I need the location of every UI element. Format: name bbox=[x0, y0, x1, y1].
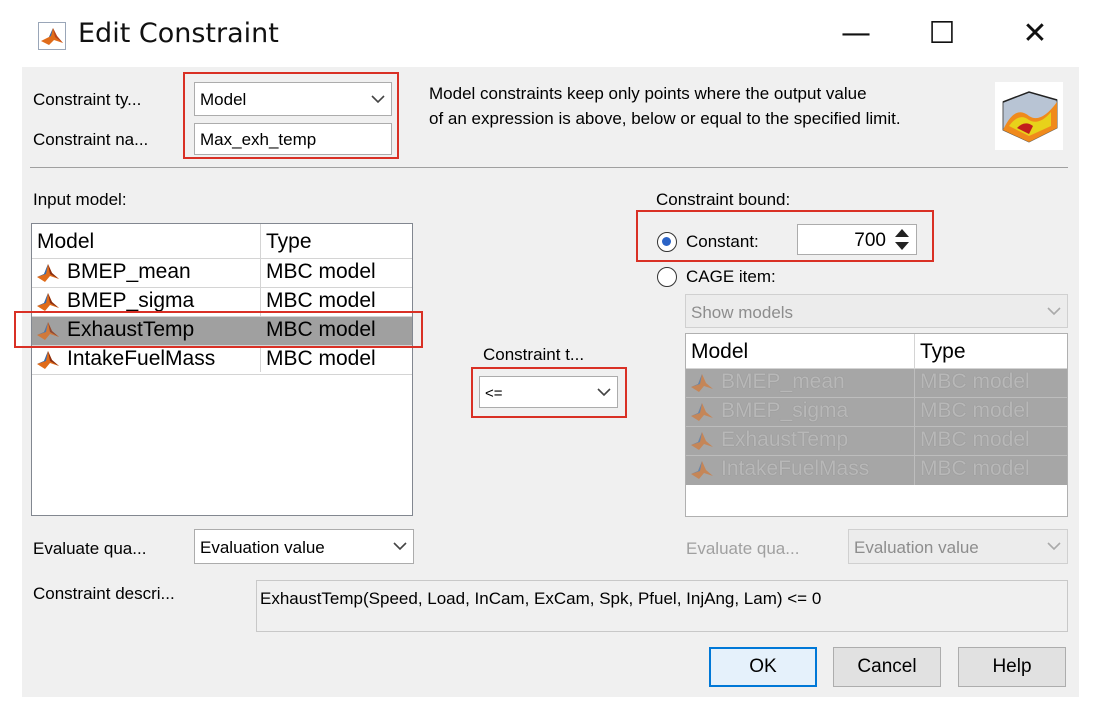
model-icon bbox=[36, 349, 60, 371]
bound-evaluate-select: Evaluation value bbox=[848, 529, 1068, 564]
model-name: BMEP_sigma bbox=[67, 289, 195, 312]
highlight-constant bbox=[636, 210, 934, 262]
show-models-value: Show models bbox=[691, 303, 794, 322]
evaluate-value: Evaluation value bbox=[200, 538, 325, 557]
constraint-type-label: Constraint ty... bbox=[33, 90, 142, 109]
minimize-button[interactable]: — bbox=[834, 14, 878, 58]
ok-button[interactable]: OK bbox=[709, 647, 817, 687]
highlight-type-name bbox=[183, 72, 399, 159]
close-button[interactable]: ✕ bbox=[1013, 14, 1057, 58]
model-name: BMEP_mean bbox=[721, 370, 845, 393]
show-models-select: Show models bbox=[685, 294, 1068, 328]
chevron-down-icon bbox=[1041, 530, 1067, 563]
table-row: ExhaustTemp MBC model bbox=[686, 427, 1067, 455]
description-box: ExhaustTemp(Speed, Load, InCam, ExCam, S… bbox=[256, 580, 1068, 632]
window-title: Edit Constraint bbox=[78, 18, 279, 49]
bound-evaluate-label: Evaluate qua... bbox=[686, 539, 800, 558]
model-type: MBC model bbox=[920, 370, 1030, 393]
help-button[interactable]: Help bbox=[958, 647, 1066, 687]
operator-label: Constraint t... bbox=[483, 345, 585, 364]
model-name: IntakeFuelMass bbox=[67, 347, 216, 370]
surface-plot-icon bbox=[995, 82, 1063, 150]
highlight-selected-row bbox=[14, 311, 423, 348]
cage-item-radio[interactable] bbox=[657, 267, 677, 287]
input-model-label: Input model: bbox=[33, 190, 127, 209]
model-name: BMEP_sigma bbox=[721, 399, 849, 422]
maximize-button[interactable]: ☐ bbox=[920, 14, 964, 58]
model-name: BMEP_mean bbox=[67, 260, 191, 283]
column-header-model: Model bbox=[691, 340, 749, 363]
table-row[interactable]: BMEP_mean MBC model bbox=[32, 259, 412, 287]
matlab-logo-icon bbox=[38, 22, 66, 50]
window-title-bar: Edit Constraint — ☐ ✕ bbox=[0, 0, 1098, 70]
table-row: BMEP_mean MBC model bbox=[686, 369, 1067, 397]
model-constraint-description-2: of an expression is above, below or equa… bbox=[429, 109, 901, 128]
column-header-type[interactable]: Type bbox=[266, 230, 312, 254]
column-header-type: Type bbox=[920, 340, 966, 363]
table-row: BMEP_sigma MBC model bbox=[686, 398, 1067, 426]
model-type: MBC model bbox=[920, 457, 1030, 480]
input-model-table[interactable]: Model Type BMEP_mean MBC model BMEP_sigm… bbox=[31, 223, 413, 516]
model-icon bbox=[690, 430, 714, 452]
model-type: MBC model bbox=[920, 399, 1030, 422]
model-icon bbox=[36, 262, 60, 284]
model-icon bbox=[36, 291, 60, 313]
chevron-down-icon bbox=[387, 530, 413, 563]
bound-evaluate-value: Evaluation value bbox=[854, 538, 979, 557]
model-name: IntakeFuelMass bbox=[721, 457, 870, 480]
table-row[interactable]: IntakeFuelMass MBC model bbox=[32, 346, 412, 374]
highlight-operator bbox=[471, 367, 627, 418]
cage-model-table: Model Type BMEP_mean MBC model BMEP_sigm… bbox=[685, 333, 1068, 517]
model-constraint-description-1: Model constraints keep only points where… bbox=[429, 84, 867, 103]
description-text: ExhaustTemp(Speed, Load, InCam, ExCam, S… bbox=[260, 589, 822, 608]
table-row: IntakeFuelMass MBC model bbox=[686, 456, 1067, 484]
model-icon bbox=[690, 401, 714, 423]
evaluate-select[interactable]: Evaluation value bbox=[194, 529, 414, 564]
model-type: MBC model bbox=[920, 428, 1030, 451]
cage-item-label: CAGE item: bbox=[686, 267, 776, 286]
column-header-model[interactable]: Model bbox=[37, 230, 94, 254]
cancel-button[interactable]: Cancel bbox=[833, 647, 941, 687]
evaluate-label: Evaluate qua... bbox=[33, 539, 147, 558]
description-label: Constraint descri... bbox=[33, 584, 175, 603]
constraint-bound-label: Constraint bound: bbox=[656, 190, 791, 209]
model-name: ExhaustTemp bbox=[721, 428, 849, 451]
chevron-down-icon bbox=[1041, 295, 1067, 327]
model-type: MBC model bbox=[266, 289, 376, 312]
model-icon bbox=[690, 459, 714, 481]
model-type: MBC model bbox=[266, 347, 376, 370]
model-icon bbox=[690, 372, 714, 394]
constraint-name-label: Constraint na... bbox=[33, 130, 149, 149]
separator bbox=[30, 167, 1068, 168]
model-type: MBC model bbox=[266, 260, 376, 283]
